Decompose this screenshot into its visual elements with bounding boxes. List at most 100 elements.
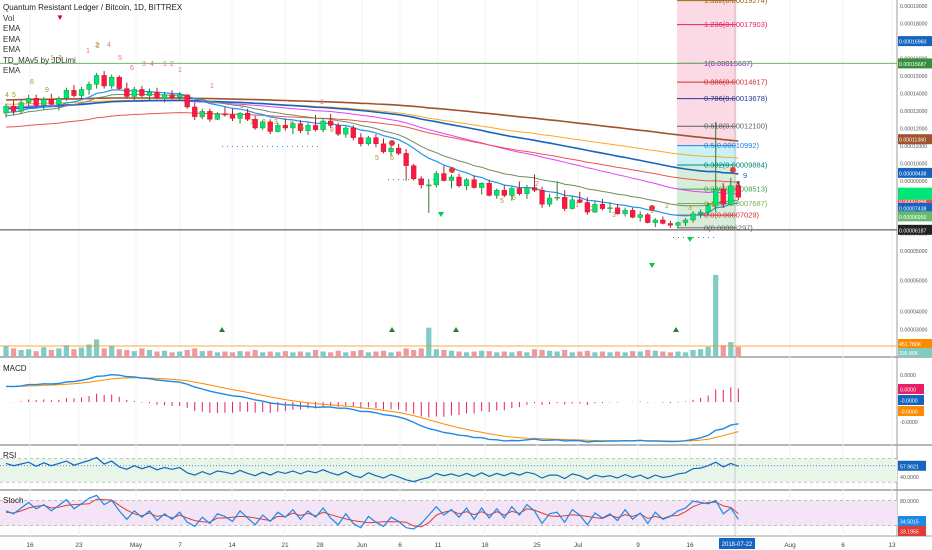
candle-body (380, 143, 387, 152)
td-count-label: 1 (575, 202, 579, 209)
price-tick-label: 0.00003000 (900, 328, 928, 334)
candle-body (358, 137, 364, 144)
volume-bar (630, 351, 636, 357)
td-count-label: 9 (45, 87, 49, 94)
td-count-label: 6 (512, 195, 516, 202)
candle-body (388, 147, 394, 152)
legend-vol[interactable]: Vol (3, 14, 182, 25)
rsi-pane-label: RSI (3, 451, 17, 460)
volume-bar (184, 349, 190, 357)
td-count-label: 5 (290, 121, 294, 128)
volume-bar (373, 351, 379, 357)
volume-bar (547, 350, 553, 357)
volume-bar (614, 351, 621, 357)
candle-body (365, 137, 372, 144)
candle-body (501, 189, 507, 196)
candle-body (237, 112, 243, 119)
candle-body (131, 89, 137, 97)
volume-bar (471, 351, 477, 357)
volume-bar (554, 351, 560, 357)
volume-bar (305, 352, 311, 357)
current-price-badge (898, 187, 932, 200)
volume-bar (592, 352, 598, 357)
volume-bar (343, 352, 349, 357)
td-count-label: 5 (500, 198, 504, 205)
fib-level-label: 0(0.00006297) (704, 223, 753, 232)
legend-collapse-icon[interactable]: ▼ (56, 13, 64, 24)
candle-body (607, 207, 613, 209)
legend-ema-2[interactable]: EMA (3, 35, 182, 46)
time-tick-label: 6 (841, 542, 845, 549)
candle-body (146, 91, 153, 96)
time-tick-label: 23 (75, 542, 83, 549)
volume-bar (411, 349, 417, 357)
candle-body (456, 176, 462, 187)
volume-bar (577, 351, 583, 357)
volume-bar (116, 349, 122, 357)
candle-body (267, 121, 273, 132)
legend-ema-4[interactable]: EMA (3, 66, 182, 77)
volume-bar (109, 346, 115, 357)
volume-bar (169, 352, 175, 357)
candle-body (328, 120, 334, 126)
volume-bar (388, 352, 394, 357)
time-tick-label: 18 (481, 542, 489, 549)
time-tick-label: 28 (316, 542, 324, 549)
candle-body (622, 210, 628, 215)
candle-body (471, 179, 477, 188)
price-tick-label: 0.00019000 (900, 4, 928, 10)
candle-body (448, 176, 455, 181)
candle-body (177, 94, 183, 98)
candle-body (403, 153, 409, 166)
price-tick-label: 0.00012000 (900, 126, 928, 132)
chart-canvas[interactable]: 1.382(0.00019274)1.236(0.00017903)1(0.00… (0, 0, 932, 550)
volume-bar (245, 351, 251, 357)
volume-bar (698, 349, 704, 357)
candle-body (705, 205, 711, 213)
price-axis-badge-text: 0.00006187 (899, 228, 927, 234)
candle-body (26, 98, 32, 103)
legend-ema-3[interactable]: EMA (3, 45, 182, 56)
volume-badge-text: 335.86K (899, 351, 919, 357)
candle-body (418, 178, 424, 186)
stoch-pane-label: Stoch (3, 496, 24, 505)
td-count-label: 6 (300, 125, 304, 132)
candle-body (396, 147, 402, 154)
volume-bar (207, 350, 213, 357)
rsi-axis-badge-text: 57.9621 (900, 464, 919, 470)
candle-body (275, 125, 281, 132)
candle-body (539, 189, 545, 205)
td-count-label: 8 (736, 179, 740, 188)
candle-body (229, 114, 236, 119)
volume-bar (396, 351, 402, 357)
td-count-label: 2 (590, 206, 594, 213)
candle-body (433, 173, 439, 186)
volume-bar (177, 351, 183, 357)
volume-bar (161, 350, 168, 357)
volume-bar (486, 351, 492, 357)
volume-bar (509, 352, 515, 357)
legend-td-ma[interactable]: TD_MAv5 by JDLimi (3, 56, 182, 67)
candle-body (554, 196, 560, 199)
volume-bar (267, 351, 273, 357)
volume-bar (705, 346, 711, 357)
legend-ema-1[interactable]: EMA (3, 24, 182, 35)
stoch-axis-badge-text: 33.1955 (900, 530, 919, 536)
candle-body (154, 91, 160, 99)
candle-body (116, 76, 122, 89)
volume-bar (358, 349, 364, 357)
price-tick-label: 0.00005000 (900, 249, 928, 255)
candle-body (698, 211, 704, 215)
volume-bar (456, 351, 462, 357)
volume-bar (312, 349, 319, 357)
time-tick-label: 13 (888, 542, 896, 549)
td-count-label: 8 (330, 127, 334, 134)
time-tick-label: 16 (686, 542, 694, 549)
candle-body (18, 102, 24, 112)
td-count-label: 4 (5, 92, 9, 99)
candle-body (192, 106, 198, 117)
volume-bar (660, 351, 666, 357)
volume-bar (124, 349, 130, 357)
stoch-axis-badge-text: 34.5015 (900, 520, 919, 526)
volume-bar (328, 352, 334, 357)
